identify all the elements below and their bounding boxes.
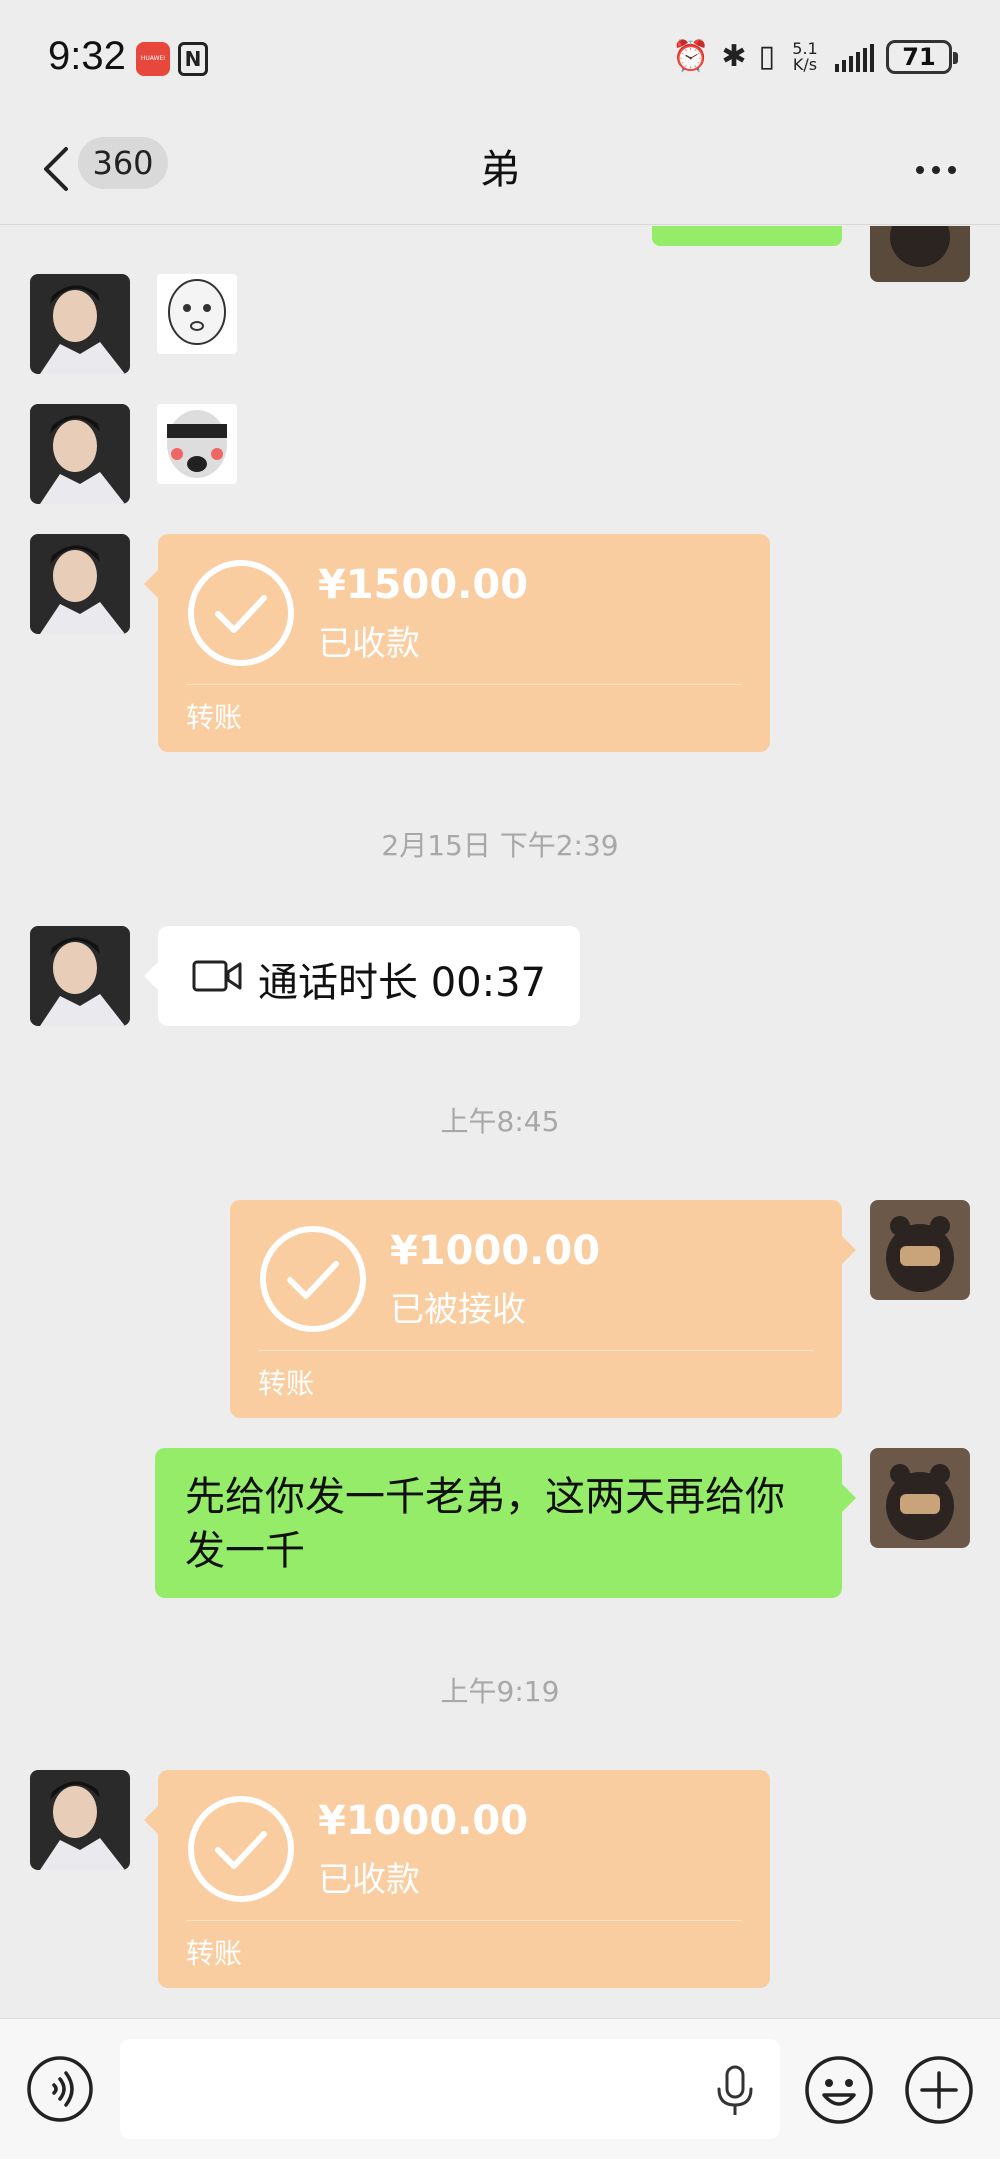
transfer-amount: ¥1000.00 bbox=[390, 1228, 601, 1274]
vibrate-icon: ▯ bbox=[758, 39, 775, 74]
more-icon[interactable] bbox=[916, 155, 964, 185]
nfc-icon: N bbox=[178, 42, 208, 76]
transfer-amount: ¥1000.00 bbox=[318, 1798, 529, 1844]
contact-avatar[interactable] bbox=[30, 404, 130, 504]
voice-icon[interactable] bbox=[26, 2055, 94, 2123]
transfer-amount: ¥1500.00 bbox=[318, 562, 529, 608]
alarm-icon: ⏰ bbox=[671, 39, 710, 74]
contact-avatar[interactable] bbox=[30, 274, 130, 374]
my-avatar[interactable] bbox=[870, 1448, 970, 1548]
sent-message-bubble[interactable]: 先给你发一千老弟，这两天再给你发一千 bbox=[155, 1448, 856, 1598]
video-call-icon bbox=[192, 960, 242, 992]
battery-icon: 71 bbox=[886, 40, 958, 74]
message-timestamp: 上午9:19 bbox=[440, 1675, 560, 1708]
contact-avatar[interactable] bbox=[30, 926, 130, 1026]
mic-icon[interactable] bbox=[714, 2065, 756, 2117]
contact-avatar[interactable] bbox=[30, 1770, 130, 1870]
chat-header: 360 弟 bbox=[0, 115, 1000, 225]
contact-avatar[interactable] bbox=[30, 534, 130, 634]
chat-message-list[interactable]: ¥1500.00 已收款 转账 2月15日 下午2:39 通话时长 00:37 … bbox=[0, 226, 1000, 2018]
sent-message-bubble[interactable] bbox=[652, 226, 842, 246]
message-timestamp: 2月15日 下午2:39 bbox=[381, 829, 619, 862]
status-bar: 9:32 HUAWEI N ⏰ ✱ ▯ 5.1 K/s 71 bbox=[0, 0, 1000, 115]
check-circle-icon bbox=[188, 560, 294, 666]
status-indicators: ⏰ ✱ ▯ 5.1 K/s 71 bbox=[671, 36, 958, 78]
bluetooth-icon: ✱ bbox=[721, 39, 747, 74]
signal-icon bbox=[835, 42, 874, 72]
transfer-card[interactable]: ¥1500.00 已收款 转账 bbox=[144, 534, 770, 752]
transfer-status: 已被接收 bbox=[390, 1290, 526, 1330]
divider bbox=[258, 1350, 814, 1351]
video-call-record[interactable]: 通话时长 00:37 bbox=[144, 926, 580, 1026]
check-circle-icon bbox=[188, 1796, 294, 1902]
divider bbox=[186, 684, 742, 685]
transfer-label: 转账 bbox=[258, 1367, 315, 1400]
transfer-status: 已收款 bbox=[318, 624, 420, 664]
sticker-image[interactable] bbox=[157, 404, 237, 484]
plus-icon[interactable] bbox=[904, 2055, 974, 2125]
transfer-card[interactable]: ¥1000.00 已收款 转账 bbox=[144, 1770, 770, 1988]
transfer-label: 转账 bbox=[186, 1937, 243, 1970]
check-circle-icon bbox=[260, 1226, 366, 1332]
message-timestamp: 上午8:45 bbox=[440, 1105, 560, 1138]
message-input[interactable] bbox=[120, 2039, 780, 2139]
status-time: 9:32 bbox=[48, 34, 126, 78]
chat-title: 弟 bbox=[480, 147, 520, 193]
divider bbox=[186, 1920, 742, 1921]
net-speed: 5.1 K/s bbox=[792, 39, 818, 74]
emoji-icon[interactable] bbox=[804, 2055, 874, 2125]
transfer-status: 已收款 bbox=[318, 1860, 420, 1900]
input-bar bbox=[0, 2018, 1000, 2159]
sticker-image[interactable] bbox=[157, 274, 237, 354]
huawei-app-icon: HUAWEI bbox=[136, 42, 170, 76]
my-avatar[interactable] bbox=[870, 1200, 970, 1300]
transfer-card[interactable]: ¥1000.00 已被接收 转账 bbox=[230, 1200, 856, 1418]
my-avatar[interactable] bbox=[870, 226, 970, 282]
transfer-label: 转账 bbox=[186, 701, 243, 734]
call-duration-text: 通话时长 00:37 bbox=[258, 960, 546, 1006]
